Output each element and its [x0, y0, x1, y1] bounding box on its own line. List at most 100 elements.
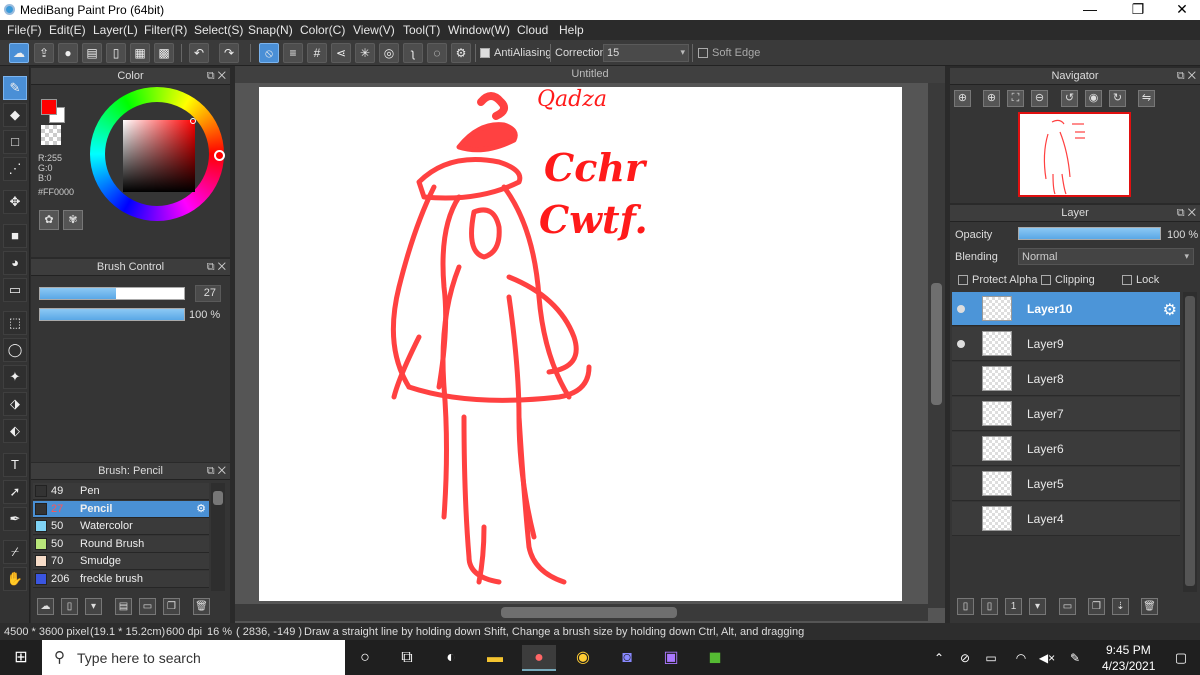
layer-row[interactable]: Layer6	[952, 432, 1180, 466]
navigator-preview[interactable]	[1018, 112, 1131, 197]
menu-color[interactable]: Color(C)	[300, 23, 345, 37]
merge-layer-icon[interactable]: ⇣	[1112, 598, 1129, 615]
horizontal-scrollbar[interactable]	[235, 604, 928, 621]
horizontal-scroll-thumb[interactable]	[501, 607, 677, 618]
panel-close-icon[interactable]: ⧉ ✕	[207, 463, 226, 479]
rectangle-tool-icon[interactable]: □	[3, 130, 27, 154]
undo-icon[interactable]: ↶	[189, 43, 209, 63]
lasso-tool-icon[interactable]: ◯	[3, 338, 27, 362]
taskbar-search-box[interactable]: ⚲ Type here to search	[42, 640, 345, 675]
panel-close-icon[interactable]: ⧉ ✕	[207, 259, 226, 275]
delete-layer-icon[interactable]: 🗑	[1141, 598, 1158, 615]
canvas-area[interactable]: Qadza Cchr Cwtf.	[235, 83, 945, 623]
grid-snap-icon[interactable]: #	[307, 43, 327, 63]
layer-row[interactable]: Layer10 ⚙	[952, 292, 1180, 326]
settings-snap-icon[interactable]: ⚙	[451, 43, 471, 63]
zoom-out-icon[interactable]: ⊖	[1031, 90, 1048, 107]
layer-folder-icon[interactable]: ▭	[1059, 598, 1076, 615]
brush-size-slider[interactable]	[39, 287, 185, 300]
task-view-icon[interactable]: ⧉	[390, 645, 424, 671]
menu-file[interactable]: File(F)	[7, 23, 42, 37]
brush-item[interactable]: 70 Smudge	[33, 553, 209, 570]
menu-cloud[interactable]: Cloud	[517, 23, 548, 37]
menu-view[interactable]: View(V)	[353, 23, 395, 37]
select-tool-icon[interactable]: ⬚	[3, 311, 27, 335]
cloud-brush-icon[interactable]: ☁	[37, 598, 54, 615]
vertical-scrollbar[interactable]	[928, 83, 945, 608]
brush-tool-icon[interactable]: ✎	[3, 76, 27, 100]
battery-icon[interactable]: ▭	[974, 645, 1008, 671]
magic-wand-icon[interactable]: ✦	[3, 365, 27, 389]
lock-checkbox[interactable]	[1122, 274, 1132, 286]
menu-help[interactable]: Help	[559, 23, 584, 37]
cortana-icon[interactable]: ○	[348, 645, 382, 671]
rotate-left-icon[interactable]: ↺	[1061, 90, 1078, 107]
menu-edit[interactable]: Edit(E)	[49, 23, 86, 37]
new-halftone-layer-icon[interactable]: ▯	[981, 598, 998, 615]
blending-select[interactable]: Normal ▾	[1018, 248, 1194, 265]
radial-snap-icon[interactable]: ✳	[355, 43, 375, 63]
fill-rect-tool-icon[interactable]: ■	[3, 224, 27, 248]
hue-cursor[interactable]	[214, 150, 225, 161]
gear-icon[interactable]: ⚙	[1163, 300, 1177, 320]
menu-snap[interactable]: Snap(N)	[248, 23, 293, 37]
gear-icon[interactable]: ⚙	[196, 502, 206, 515]
operation-tool-icon[interactable]: ➚	[3, 480, 27, 504]
clock-time[interactable]: 9:45 PM	[1106, 643, 1151, 657]
flip-icon[interactable]: ⇋	[1138, 90, 1155, 107]
eyedropper-icon[interactable]: ⌿	[3, 540, 27, 564]
duplicate-layer-icon[interactable]: ❐	[1088, 598, 1105, 615]
palette-icon[interactable]: ✿	[39, 210, 59, 230]
panel-close-icon[interactable]: ⧉ ✕	[1177, 68, 1196, 84]
share-icon[interactable]: ⇪	[34, 43, 54, 63]
menu-tool[interactable]: Tool(T)	[403, 23, 440, 37]
grid-icon[interactable]: ▩	[154, 43, 174, 63]
brush-item[interactable]: 49 Pen	[33, 483, 209, 500]
cloud-icon[interactable]: ☁	[9, 43, 29, 63]
document-icon[interactable]: ▯	[106, 43, 126, 63]
layer-row[interactable]: Layer4	[952, 502, 1180, 536]
new-layer-icon[interactable]: ▯	[957, 598, 974, 615]
hand-tool-icon[interactable]: ✋	[3, 567, 27, 591]
panel-close-icon[interactable]: ⧉ ✕	[1177, 205, 1196, 221]
clock-date[interactable]: 4/23/2021	[1102, 659, 1155, 673]
folder-icon[interactable]: ▭	[139, 598, 156, 615]
select-eraser-icon[interactable]: ⬖	[3, 419, 27, 443]
dot-tool-icon[interactable]: ⋰	[3, 157, 27, 181]
reset-icon[interactable]: ◉	[1085, 90, 1102, 107]
rotate-right-icon[interactable]: ↻	[1109, 90, 1126, 107]
clipping-checkbox[interactable]	[1041, 274, 1051, 286]
foreground-color-swatch[interactable]	[41, 99, 57, 115]
medibang-taskbar-icon[interactable]: ●	[522, 645, 556, 671]
soft-edge-checkbox[interactable]	[698, 47, 708, 59]
snap-off-icon[interactable]: ⦸	[259, 43, 279, 63]
brush-item[interactable]: 206 freckle brush	[33, 570, 209, 588]
sv-cursor[interactable]	[190, 118, 196, 124]
notification-icon[interactable]: ▢	[1164, 645, 1198, 671]
concentric-snap-icon[interactable]: ◎	[379, 43, 399, 63]
brush-item[interactable]: 27 Pencil ⚙	[33, 500, 209, 518]
layer-opacity-slider[interactable]	[1018, 227, 1161, 240]
tab-untitled[interactable]: Untitled	[235, 66, 945, 83]
brush-item[interactable]: 50 Round Brush	[33, 535, 209, 553]
layer-row[interactable]: Layer8	[952, 362, 1180, 396]
close-button[interactable]: ✕	[1164, 0, 1200, 20]
duplicate-brush-icon[interactable]: ❐	[163, 598, 180, 615]
menu-window[interactable]: Window(W)	[448, 23, 510, 37]
brush-item[interactable]: 50 Watercolor	[33, 518, 209, 535]
text-tool-icon[interactable]: T	[3, 453, 27, 477]
circle-snap-icon[interactable]: ◌	[427, 43, 447, 63]
brush-scrollbar[interactable]	[211, 483, 225, 591]
menu-select[interactable]: Select(S)	[194, 23, 243, 37]
zoom-icon[interactable]: ⊕	[954, 90, 971, 107]
panel-icon[interactable]: ▦	[130, 43, 150, 63]
panel-close-icon[interactable]: ⧉ ✕	[207, 68, 226, 84]
color-history-icon[interactable]: ✾	[63, 210, 83, 230]
file-explorer-icon[interactable]: ▬	[478, 645, 512, 671]
antialiasing-checkbox[interactable]	[480, 47, 490, 59]
perspective-snap-icon[interactable]: ⋖	[331, 43, 351, 63]
add-layer-dropdown-icon[interactable]: ▾	[1029, 598, 1046, 615]
correction-select[interactable]: 15 ▾	[603, 44, 689, 62]
new-brush-icon[interactable]: ▯	[61, 598, 78, 615]
layer-row[interactable]: Layer9	[952, 327, 1180, 361]
